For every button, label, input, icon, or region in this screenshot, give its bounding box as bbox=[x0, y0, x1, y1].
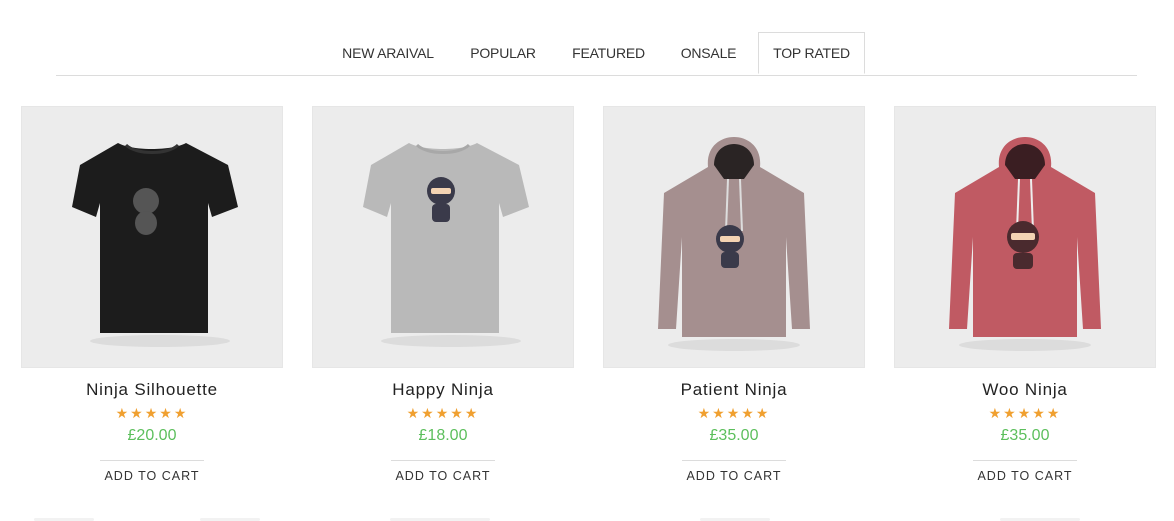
rating-stars: ★★★★★ bbox=[115, 405, 189, 421]
tab-top-rated[interactable]: TOP RATED bbox=[758, 32, 865, 74]
product-price: £35.00 bbox=[709, 427, 759, 444]
product-filter-tabs: NEW ARAIVAL POPULAR FEATURED ONSALE TOP … bbox=[56, 32, 1137, 76]
add-to-cart-button[interactable]: ADD TO CART bbox=[391, 460, 495, 483]
woo-ninja-hoodie-image[interactable] bbox=[894, 106, 1156, 368]
tab-onsale[interactable]: ONSALE bbox=[676, 32, 741, 74]
add-to-cart-button[interactable]: ADD TO CART bbox=[100, 460, 204, 483]
product-card: Happy Ninja ★★★★★ £18.00 ADD TO CART bbox=[312, 106, 574, 483]
product-price: £20.00 bbox=[127, 427, 177, 444]
product-price: £35.00 bbox=[1000, 427, 1050, 444]
next-row-hint bbox=[0, 516, 1174, 521]
rating-stars: ★★★★★ bbox=[697, 405, 771, 421]
tshirt-illustration bbox=[72, 143, 238, 347]
add-to-cart-button[interactable]: ADD TO CART bbox=[973, 460, 1077, 483]
tab-featured[interactable]: FEATURED bbox=[567, 32, 650, 74]
rating-stars: ★★★★★ bbox=[988, 405, 1062, 421]
ninja-silhouette-tshirt-image[interactable] bbox=[21, 106, 283, 368]
tab-popular[interactable]: POPULAR bbox=[464, 32, 542, 74]
happy-ninja-tshirt-image[interactable] bbox=[312, 106, 574, 368]
product-name[interactable]: Patient Ninja bbox=[603, 380, 865, 400]
product-name[interactable]: Ninja Silhouette bbox=[21, 380, 283, 400]
tab-new-arrival[interactable]: NEW ARAIVAL bbox=[339, 32, 437, 74]
hoodie-illustration bbox=[949, 137, 1101, 351]
product-card: Patient Ninja ★★★★★ £35.00 ADD TO CART bbox=[603, 106, 865, 483]
product-name[interactable]: Happy Ninja bbox=[312, 380, 574, 400]
product-card: Woo Ninja ★★★★★ £35.00 ADD TO CART bbox=[894, 106, 1156, 483]
rating-stars: ★★★★★ bbox=[406, 405, 480, 421]
add-to-cart-button[interactable]: ADD TO CART bbox=[682, 460, 786, 483]
patient-ninja-hoodie-image[interactable] bbox=[603, 106, 865, 368]
product-name[interactable]: Woo Ninja bbox=[894, 380, 1156, 400]
tshirt-illustration bbox=[363, 143, 529, 347]
product-price: £18.00 bbox=[418, 427, 468, 444]
hoodie-illustration bbox=[658, 137, 810, 351]
product-card: Ninja Silhouette ★★★★★ £20.00 ADD TO CAR… bbox=[21, 106, 283, 483]
